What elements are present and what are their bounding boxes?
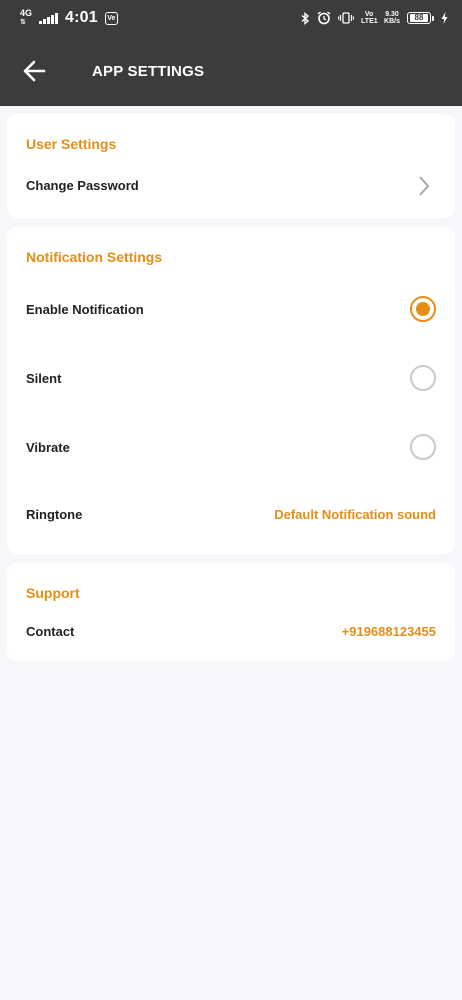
charging-icon bbox=[441, 12, 448, 24]
ringtone-label: Ringtone bbox=[26, 507, 83, 522]
alarm-icon bbox=[317, 11, 331, 25]
contact-phone-link[interactable]: +919688123455 bbox=[342, 624, 436, 639]
network-speed-value: 9.30 bbox=[385, 11, 399, 18]
network-speed-unit: KB/s bbox=[384, 18, 400, 25]
contact-label: Contact bbox=[26, 624, 75, 639]
battery-level: 88 bbox=[410, 14, 428, 22]
status-bar-right: Vo LTE1 9.30 KB/s 88 bbox=[301, 11, 448, 25]
status-bar-left: 4G ⇅ 4:01 Ve bbox=[20, 9, 118, 27]
status-time: 4:01 bbox=[65, 9, 98, 26]
network-type: 4G bbox=[20, 8, 33, 18]
chevron-right-icon bbox=[419, 176, 430, 196]
ringtone-value[interactable]: Default Notification sound bbox=[274, 507, 436, 522]
app-notification-icon: Ve bbox=[104, 11, 118, 25]
user-settings-title: User Settings bbox=[26, 136, 117, 152]
signal-icon bbox=[39, 12, 59, 24]
network-indicator: 4G ⇅ bbox=[20, 9, 32, 27]
battery-icon: 88 bbox=[407, 12, 434, 24]
support-card: Support Contact +919688123455 bbox=[7, 563, 455, 661]
support-title: Support bbox=[26, 585, 80, 601]
ringtone-row[interactable]: Ringtone Default Notification sound bbox=[7, 495, 455, 535]
back-arrow-icon bbox=[23, 60, 46, 82]
change-password-label: Change Password bbox=[26, 178, 139, 193]
enable-notification-label: Enable Notification bbox=[26, 302, 144, 317]
vibrate-row[interactable]: Vibrate bbox=[7, 425, 455, 469]
bluetooth-icon bbox=[301, 11, 310, 25]
enable-notification-radio[interactable] bbox=[410, 296, 436, 322]
back-button[interactable] bbox=[9, 46, 59, 96]
notification-settings-card: Notification Settings Enable Notificatio… bbox=[7, 227, 455, 554]
vibrate-icon bbox=[338, 12, 355, 24]
app-bar: APP SETTINGS bbox=[0, 36, 462, 106]
silent-row[interactable]: Silent bbox=[7, 356, 455, 400]
volte-indicator: Vo LTE1 bbox=[361, 11, 378, 25]
contact-row[interactable]: Contact +919688123455 bbox=[7, 613, 455, 649]
user-settings-card: User Settings Change Password bbox=[7, 114, 455, 218]
enable-notification-row[interactable]: Enable Notification bbox=[7, 287, 455, 331]
change-password-row[interactable]: Change Password bbox=[7, 166, 455, 206]
silent-radio[interactable] bbox=[410, 365, 436, 391]
vibrate-radio[interactable] bbox=[410, 434, 436, 460]
silent-label: Silent bbox=[26, 371, 62, 386]
network-speed: 9.30 KB/s bbox=[384, 11, 400, 25]
vibrate-label: Vibrate bbox=[26, 440, 70, 455]
data-arrows-icon: ⇅ bbox=[20, 19, 26, 26]
page-title: APP SETTINGS bbox=[92, 62, 205, 80]
notification-settings-title: Notification Settings bbox=[26, 249, 163, 265]
status-bar: 4G ⇅ 4:01 Ve Vo LTE1 9.30 KB/s 88 bbox=[0, 0, 462, 36]
